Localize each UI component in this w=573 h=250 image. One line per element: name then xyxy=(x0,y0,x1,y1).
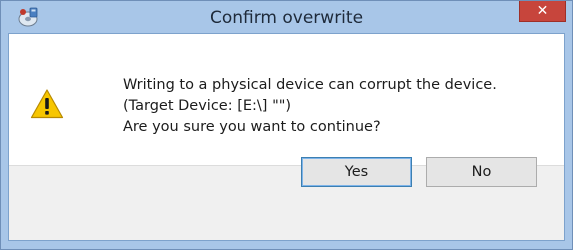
message-area: Writing to a physical device can corrupt… xyxy=(9,34,564,165)
warning-icon xyxy=(30,88,64,120)
yes-button[interactable]: Yes xyxy=(301,157,412,187)
message-line: (Target Device: [E:\] "") xyxy=(123,98,292,114)
confirm-dialog-window: Confirm overwrite ✕ Writing to a physica… xyxy=(0,0,573,250)
message-line: Writing to a physical device can corrupt… xyxy=(123,77,497,93)
dialog-client-area: Writing to a physical device can corrupt… xyxy=(8,33,565,241)
close-icon: ✕ xyxy=(536,3,549,19)
message-line: Are you sure you want to continue? xyxy=(123,119,381,135)
dialog-title: Confirm overwrite xyxy=(209,8,364,28)
no-button[interactable]: No xyxy=(426,157,537,187)
title-bar[interactable]: Confirm overwrite ✕ xyxy=(1,1,572,33)
close-button[interactable]: ✕ xyxy=(519,1,566,22)
message-text: Writing to a physical device can corrupt… xyxy=(123,75,563,138)
